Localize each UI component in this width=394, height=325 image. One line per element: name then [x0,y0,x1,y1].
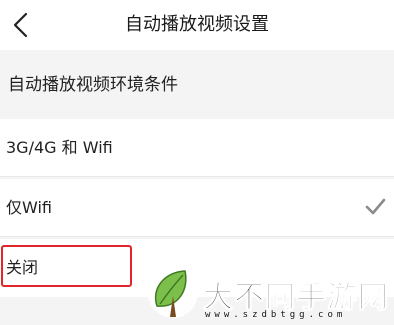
page-title: 自动播放视频设置 [125,14,269,35]
section-header: 自动播放视频环境条件 [0,57,394,113]
section-title: 自动播放视频环境条件 [8,75,178,95]
option-wifi-only[interactable]: 仅Wifi [0,179,394,237]
option-label: 3G/4G 和 Wifi [6,138,113,157]
divider [0,176,394,177]
option-label: 关闭 [6,258,39,277]
option-off[interactable]: 关闭 [0,239,394,297]
divider [0,236,394,237]
option-3g-4g-wifi[interactable]: 3G/4G 和 Wifi [0,119,394,177]
option-label: 仅Wifi [6,198,52,217]
checkmark-icon [365,198,386,215]
bottom-spacer [0,297,394,325]
top-app-bar: 自动播放视频设置 [0,0,394,50]
